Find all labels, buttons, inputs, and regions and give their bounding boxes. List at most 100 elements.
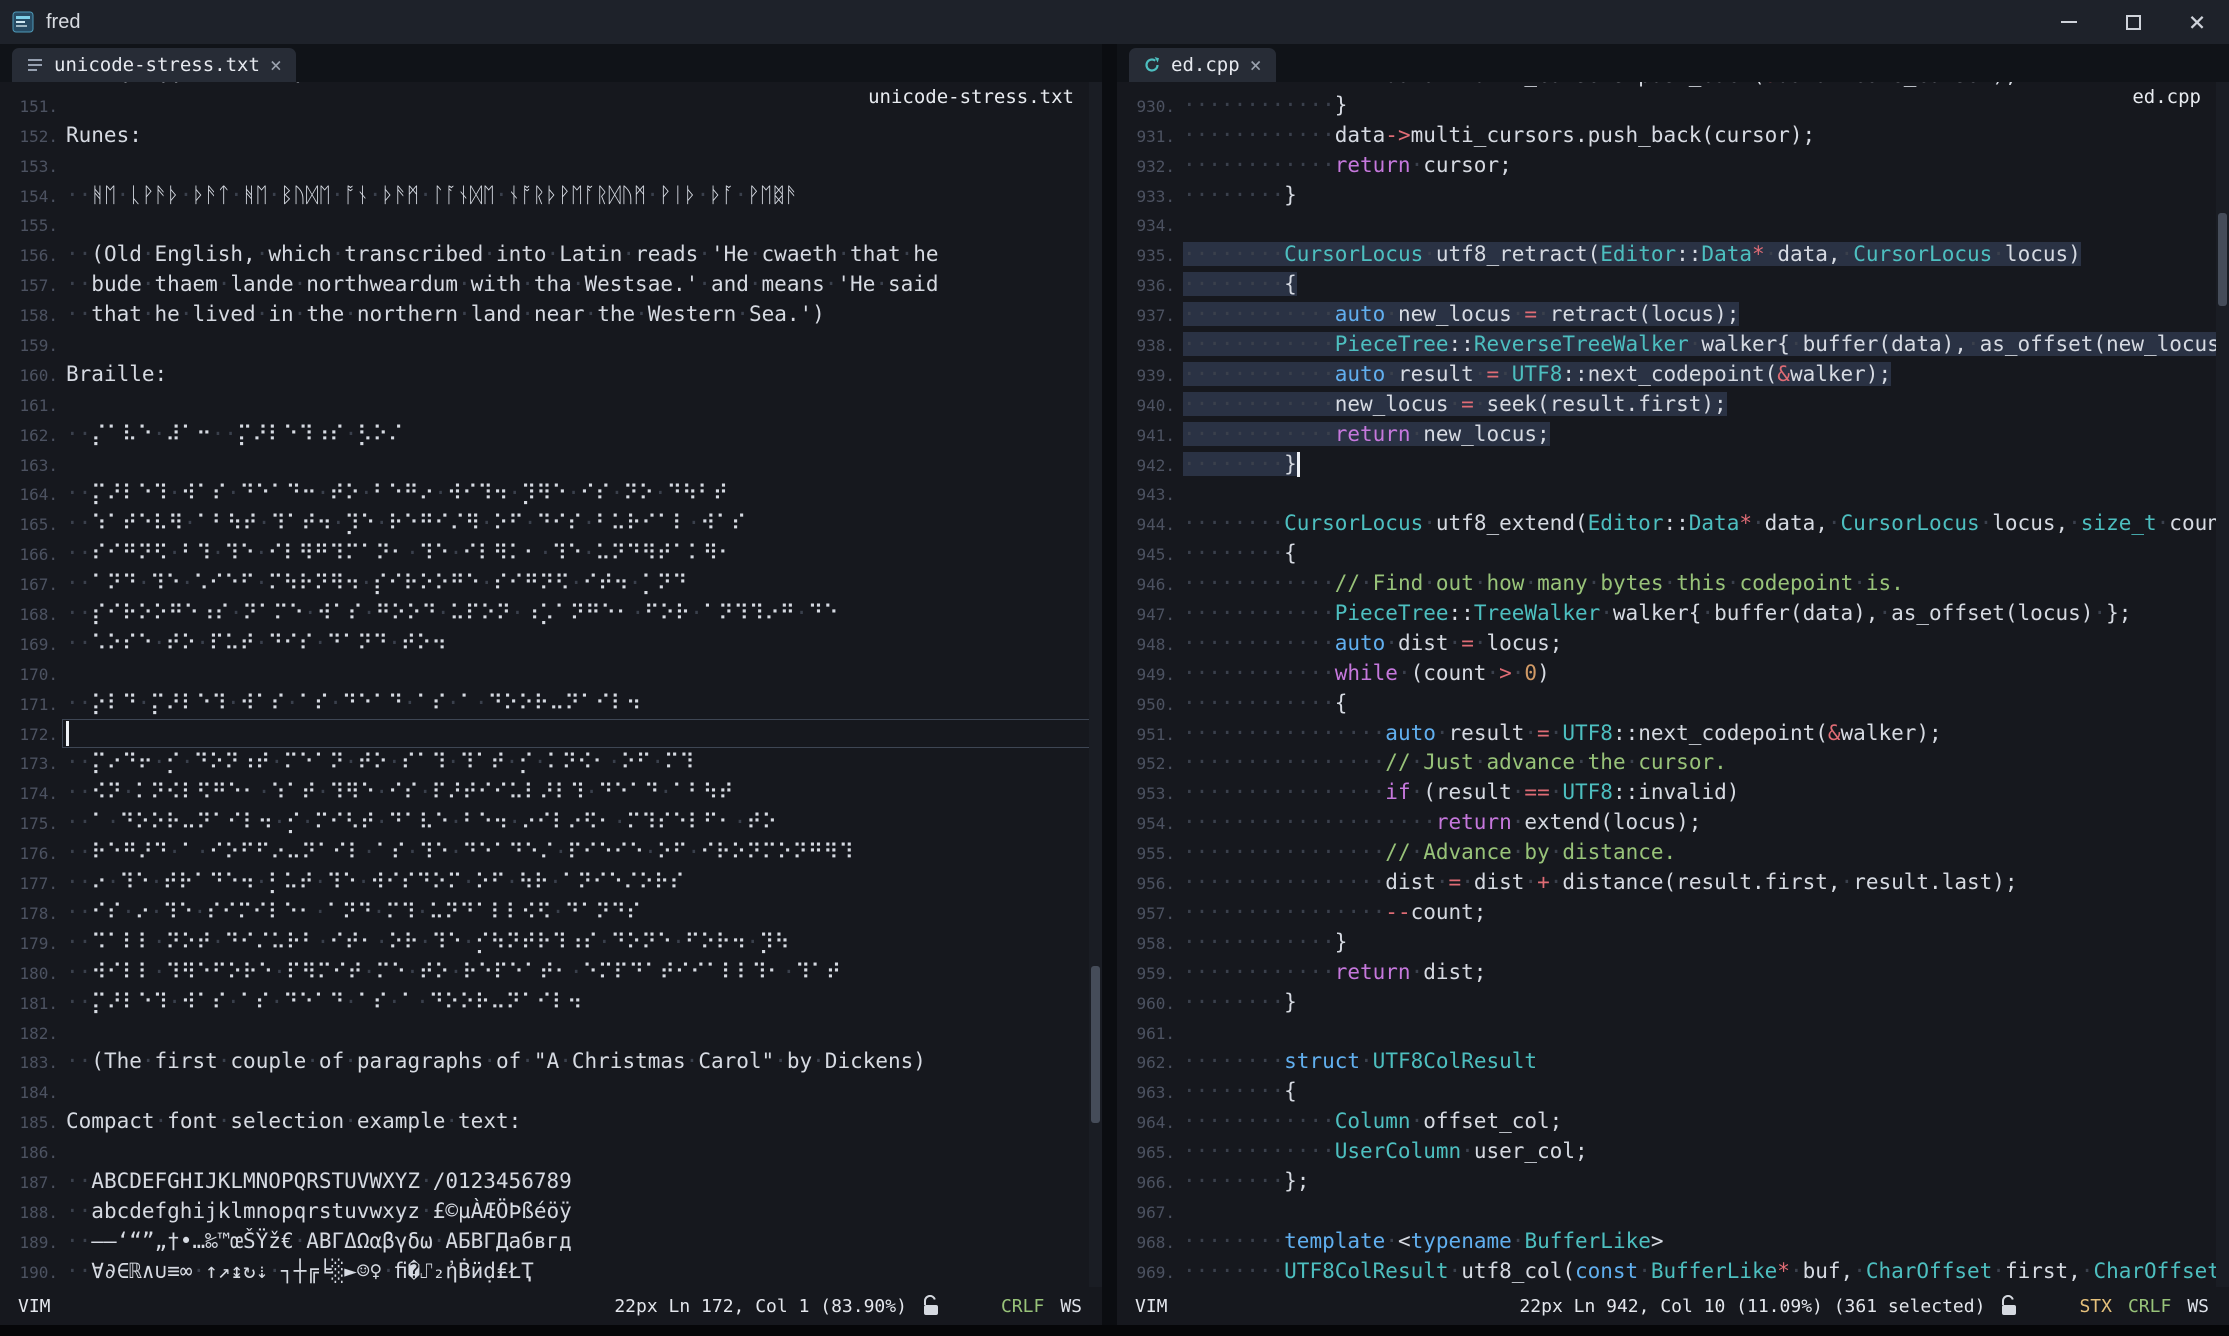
scrollbar-thumb-left[interactable]	[1091, 966, 1100, 1123]
tab-close-icon[interactable]: ×	[1250, 53, 1262, 77]
scrollbar-thumb-right[interactable]	[2218, 213, 2227, 306]
code-line[interactable]: 166.··⠎⠊⠛⠝⠫·⠃⠹·⠹⠑·⠊⠇⠻⠛⠹⠍⠁⠝⠂·⠹⠑·⠊⠇⠻⠅⠂·⠹⠑·…	[0, 539, 1102, 569]
pane-divider[interactable]	[1102, 44, 1117, 1325]
code-line[interactable]: 161.	[0, 390, 1102, 420]
minimize-button[interactable]	[2037, 0, 2101, 44]
tab-close-icon[interactable]: ×	[270, 53, 282, 77]
code-line[interactable]: 943.	[1117, 479, 2229, 509]
code-line[interactable]: 165.··⠱⠁⠞⠑⠧⠻·⠁⠃⠳⠞·⠹⠁⠞⠲·⡹⠑·⠗⠑⠛⠊⠌⠻·⠕⠋·⠙⠊⠎·…	[0, 509, 1102, 539]
title-bar[interactable]: fred ×	[0, 0, 2229, 44]
code-line[interactable]: 155.	[0, 210, 1102, 240]
code-line[interactable]: 158.··that·he·lived·in·the·northern·land…	[0, 300, 1102, 330]
code-line[interactable]: 157.··bude·thaem·lande·northweardum·with…	[0, 270, 1102, 300]
code-line[interactable]: 945.········{	[1117, 539, 2229, 569]
code-line[interactable]: 152.Runes:	[0, 121, 1102, 151]
code-line[interactable]: 938.············PieceTree::ReverseTreeWa…	[1117, 330, 2229, 360]
code-line[interactable]: 162.··⡌⠁⠧⠑·⠼⠁⠒··⡍⠜⠇⠑⠹⠰⠎·⡣⠕⠌	[0, 420, 1102, 450]
code-line[interactable]: 951.················auto·result·=·UTF8::…	[1117, 719, 2229, 749]
close-button[interactable]: ×	[2165, 0, 2229, 44]
eol-flag-ws[interactable]: WS	[1060, 1296, 1082, 1317]
maximize-button[interactable]	[2101, 0, 2165, 44]
code-line[interactable]: 186.	[0, 1137, 1102, 1167]
code-line[interactable]: 960.········}	[1117, 988, 2229, 1018]
lock-icon[interactable]	[1999, 1295, 2019, 1317]
code-line[interactable]: 959.············return·dist;	[1117, 958, 2229, 988]
code-line[interactable]: 175.··⠁·⠙⠕⠕⠗⠤⠝⠁⠊⠇⠲·⡊·⠍⠊⠣⠞·⠙⠁⠧⠑·⠃⠑⠲·⠔⠊⠇⠔⠫…	[0, 808, 1102, 838]
code-line[interactable]: 966.········};	[1117, 1167, 2229, 1197]
code-line[interactable]: 172.	[0, 719, 1102, 749]
code-line[interactable]: 169.··⠡⠕⠎⠑·⠞⠕·⠏⠥⠞·⠙⠊⠎·⠙⠁⠝⠙·⠞⠕⠲	[0, 629, 1102, 659]
code-line[interactable]: 944.········CursorLocus·utf8_extend(Edit…	[1117, 509, 2229, 539]
code-line[interactable]: 955.················//·Advance·by·distan…	[1117, 838, 2229, 868]
code-line[interactable]: 176.··⠗⠑⠛⠜⠙·⠁·⠊⠕⠋⠋⠔⠤⠝⠁⠊⠇·⠁⠎·⠹⠑·⠙⠑⠁⠙⠑⠌·⠏⠊…	[0, 838, 1102, 868]
code-line[interactable]: 948.············auto·dist·=·locus;	[1117, 629, 2229, 659]
code-line[interactable]: 961.	[1117, 1018, 2229, 1048]
code-line[interactable]: 934.	[1117, 210, 2229, 240]
code-line[interactable]: 941.············return·new_locus;	[1117, 420, 2229, 450]
code-line[interactable]: 935.········CursorLocus·utf8_retract(Edi…	[1117, 240, 2229, 270]
eol-flag-crlf[interactable]: CRLF	[1001, 1296, 1044, 1317]
code-line[interactable]: 963.········{	[1117, 1077, 2229, 1107]
code-line[interactable]: 178.··⠊⠎·⠔·⠹⠑·⠎⠊⠍⠊⠇⠑⠂·⠁⠝⠙·⠍⠹·⠥⠝⠙⠁⠇⠇⠪⠫·⠙⠁…	[0, 898, 1102, 928]
code-line[interactable]: 153.	[0, 151, 1102, 181]
code-line[interactable]: 171.··⡕⠇⠙·⡍⠜⠇⠑⠹·⠺⠁⠎·⠁⠎·⠙⠑⠁⠙·⠁⠎·⠁·⠙⠕⠕⠗⠤⠝⠁…	[0, 689, 1102, 719]
eol-flag-stx[interactable]: STX	[2079, 1296, 2112, 1317]
code-line[interactable]: 190.··∀∂∈ℝ∧∪≡∞·↑↗↨↻⇣·┐┼╔╘░►☺♀·ﬁ�⑀₂ἠḂӥḍ₤Ł…	[0, 1257, 1102, 1287]
code-line[interactable]: 174.··⠪⠝·⠅⠝⠪⠇⠫⠛⠑⠂·⠱⠁⠞·⠹⠻⠑·⠊⠎·⠏⠜⠞⠊⠊⠥⠇⠜⠇⠹·…	[0, 778, 1102, 808]
code-line[interactable]: 950.············{	[1117, 689, 2229, 719]
code-line[interactable]: 942.········}	[1117, 450, 2229, 480]
lock-icon[interactable]	[921, 1295, 941, 1317]
scrollbar-left[interactable]	[1089, 82, 1102, 1287]
code-line[interactable]: 179.··⠩⠁⠇⠇·⠝⠕⠞·⠙⠊⠌⠥⠗⠃·⠊⠞⠂·⠕⠗·⠹⠑·⡊⠳⠝⠞⠗⠹⠰⠎…	[0, 928, 1102, 958]
code-line[interactable]: 177.··⠔·⠹⠑·⠞⠗⠁⠙⠑⠲·⡃⠥⠞·⠹⠑·⠺⠊⠎⠙⠕⠍·⠕⠋·⠳⠗·⠁⠝…	[0, 868, 1102, 898]
code-line[interactable]: 929.················data->multi_cursors.…	[1117, 82, 2229, 91]
code-line[interactable]: 173.··⡍⠔⠙⠖·⡊·⠙⠕⠝⠰⠞·⠍⠑⠁⠝·⠞⠕·⠎⠁⠹·⠹⠁⠞·⡊·⠅⠝⠪…	[0, 748, 1102, 778]
code-line[interactable]: 967.	[1117, 1197, 2229, 1227]
code-line[interactable]: 163.	[0, 450, 1102, 480]
tab-ed-cpp[interactable]: ed.cpp ×	[1129, 48, 1276, 82]
code-line[interactable]: 947.············PieceTree::TreeWalker·wa…	[1117, 599, 2229, 629]
code-line[interactable]: 168.··⡎⠊⠗⠕⠕⠛⠑⠰⠎·⠝⠁⠍⠑·⠺⠁⠎·⠛⠕⠕⠙·⠥⠏⠕⠝·⠰⡡⠁⠝⠛…	[0, 599, 1102, 629]
code-line[interactable]: 937.············auto·new_locus·=·retract…	[1117, 300, 2229, 330]
code-line[interactable]: 962.········struct·UTF8ColResult	[1117, 1047, 2229, 1077]
editor-left[interactable]: 150.··ሰማይ·አይታረስ·ንጉሥ·አይከሰስ።151.152.Runes:…	[0, 82, 1102, 1287]
code-line[interactable]: 939.············auto·result·=·UTF8::next…	[1117, 360, 2229, 390]
scrollbar-right[interactable]	[2216, 82, 2229, 1287]
code-line[interactable]: 164.··⡍⠜⠇⠑⠹·⠺⠁⠎·⠙⠑⠁⠙⠒·⠞⠕·⠃⠑⠛⠔·⠺⠊⠹⠲·⡹⠻⠑·⠊…	[0, 479, 1102, 509]
code-line[interactable]: 958.············}	[1117, 928, 2229, 958]
code-line[interactable]: 183.··(The·first·couple·of·paragraphs·of…	[0, 1047, 1102, 1077]
code-line[interactable]: 933.········}	[1117, 181, 2229, 211]
code-line[interactable]: 946.············//·Find·out·how·many·byt…	[1117, 569, 2229, 599]
eol-flag-crlf[interactable]: CRLF	[2128, 1296, 2171, 1317]
code-line[interactable]: 182.	[0, 1018, 1102, 1048]
code-line[interactable]: 184.	[0, 1077, 1102, 1107]
code-line[interactable]: 957.················--count;	[1117, 898, 2229, 928]
code-line[interactable]: 936.········{	[1117, 270, 2229, 300]
code-line[interactable]: 167.··⠁⠝⠙·⠹⠑·⠡⠊⠑⠋·⠍⠳⠗⠝⠻⠲·⡎⠊⠗⠕⠕⠛⠑·⠎⠊⠛⠝⠫·⠊…	[0, 569, 1102, 599]
code-line[interactable]: 930.············}	[1117, 91, 2229, 121]
code-line[interactable]: 189.··–—‘“”„†•…‰™œŠŸž€·ΑΒΓΔΩαβγδω·АБВГДа…	[0, 1227, 1102, 1257]
code-line[interactable]: 953.················if·(result·==·UTF8::…	[1117, 778, 2229, 808]
code-line[interactable]: 952.················//·Just·advance·the·…	[1117, 748, 2229, 778]
code-line[interactable]: 949.············while·(count·>·0)	[1117, 659, 2229, 689]
code-line[interactable]: 969.········UTF8ColResult·utf8_col(const…	[1117, 1257, 2229, 1287]
code-line[interactable]: 170.	[0, 659, 1102, 689]
eol-flag-ws[interactable]: WS	[2187, 1296, 2209, 1317]
code-line[interactable]: 931.············data->multi_cursors.push…	[1117, 121, 2229, 151]
code-line[interactable]: 188.··abcdefghijklmnopqrstuvwxyz·£©µÀÆÖÞ…	[0, 1197, 1102, 1227]
code-line[interactable]: 185.Compact·font·selection·example·text:	[0, 1107, 1102, 1137]
code-line[interactable]: 187.··ABCDEFGHIJKLMNOPQRSTUVWXYZ·/012345…	[0, 1167, 1102, 1197]
code-line[interactable]: 940.············new_locus·=·seek(result.…	[1117, 390, 2229, 420]
code-line[interactable]: 956.················dist·=·dist·+·distan…	[1117, 868, 2229, 898]
tab-unicode-stress[interactable]: unicode-stress.txt ×	[12, 48, 296, 82]
code-line[interactable]: 154.··ᚻᛖ·ᚳᚹᚫᚦ·ᚦᚫᛏ·ᚻᛖ·ᛒᚢᛞᛖ·ᚩᚾ·ᚦᚫᛗ·ᛚᚪᚾᛞᛖ·ᚾ…	[0, 181, 1102, 211]
code-line[interactable]: 954.····················return·extend(lo…	[1117, 808, 2229, 838]
code-line[interactable]: 964.············Column·offset_col;	[1117, 1107, 2229, 1137]
code-line[interactable]: 156.··(Old·English,·which·transcribed·in…	[0, 240, 1102, 270]
code-line[interactable]: 965.············UserColumn·user_col;	[1117, 1137, 2229, 1167]
code-line[interactable]: 159.	[0, 330, 1102, 360]
code-line[interactable]: 968.········template·<typename·BufferLik…	[1117, 1227, 2229, 1257]
code-line[interactable]: 932.············return·cursor;	[1117, 151, 2229, 181]
code-line[interactable]: 181.··⡍⠜⠇⠑⠹·⠺⠁⠎·⠁⠎·⠙⠑⠁⠙·⠁⠎·⠁·⠙⠕⠕⠗⠤⠝⠁⠊⠇⠲	[0, 988, 1102, 1018]
code-line[interactable]: 180.··⠺⠊⠇⠇·⠹⠻⠑⠋⠕⠗⠑·⠏⠻⠍⠊⠞·⠍⠑·⠞⠕·⠗⠑⠏⠑⠁⠞⠂·⠑…	[0, 958, 1102, 988]
